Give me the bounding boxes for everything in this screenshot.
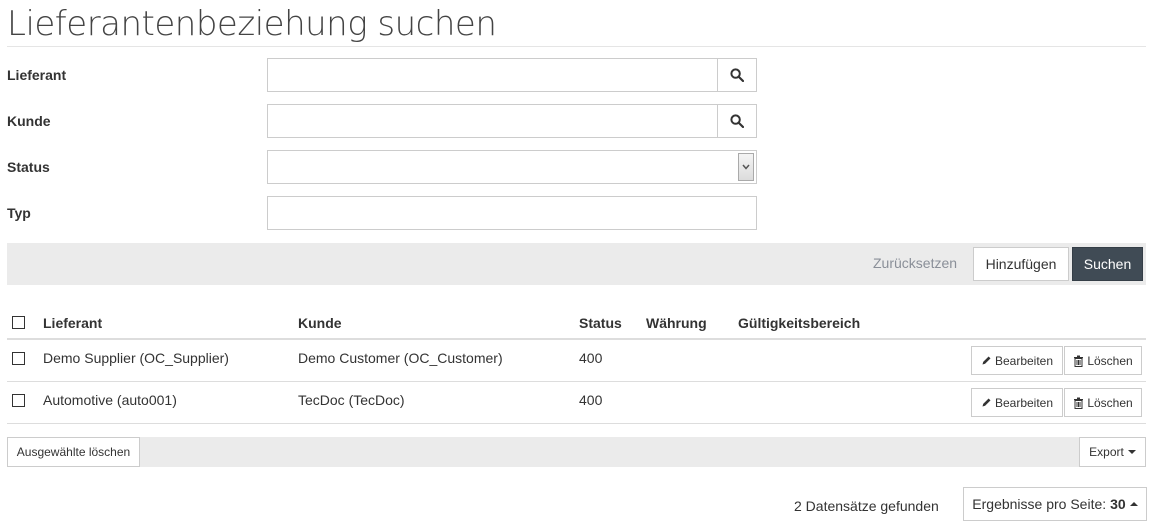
- supplier-cell: Automotive (auto001): [43, 392, 177, 408]
- pencil-icon: [982, 398, 991, 407]
- status-select[interactable]: [267, 150, 757, 184]
- page-size-label: Ergebnisse pro Seite:: [972, 496, 1107, 512]
- customer-cell: TecDoc (TecDoc): [298, 392, 405, 408]
- table-row: Automotive (auto001) TecDoc (TecDoc) 400…: [7, 382, 1146, 424]
- delete-label: Löschen: [1087, 395, 1133, 410]
- supplier-label: Lieferant: [7, 67, 67, 83]
- bulk-action-bar: Ausgewählte löschen Export: [7, 437, 1146, 467]
- results-table: Lieferant Kunde Status Währung Gültigkei…: [7, 306, 1146, 424]
- search-action-bar: Zurücksetzen Hinzufügen Suchen: [7, 243, 1146, 285]
- export-button[interactable]: Export: [1079, 437, 1146, 467]
- page-size-dropdown[interactable]: Ergebnisse pro Seite: 30: [963, 487, 1147, 521]
- column-header-currency[interactable]: Währung: [646, 306, 707, 340]
- type-label: Typ: [7, 205, 31, 221]
- caret-down-icon: [1127, 450, 1136, 454]
- add-button[interactable]: Hinzufügen: [973, 247, 1069, 281]
- column-header-status[interactable]: Status: [579, 306, 622, 340]
- title-divider: [7, 46, 1146, 47]
- export-label: Export: [1089, 445, 1124, 459]
- column-header-scope[interactable]: Gültigkeitsbereich: [738, 306, 860, 340]
- search-button[interactable]: Suchen: [1072, 247, 1143, 281]
- supplier-cell: Demo Supplier (OC_Supplier): [43, 350, 229, 366]
- reset-link[interactable]: Zurücksetzen: [873, 255, 957, 271]
- edit-button[interactable]: Bearbeiten: [971, 388, 1063, 417]
- delete-label: Löschen: [1087, 353, 1133, 368]
- edit-label: Bearbeiten: [994, 395, 1054, 410]
- row-checkbox[interactable]: [12, 394, 25, 407]
- trash-icon: [1074, 355, 1084, 367]
- caret-up-icon: [1129, 502, 1138, 506]
- customer-cell: Demo Customer (OC_Customer): [298, 350, 503, 366]
- customer-label: Kunde: [7, 113, 51, 129]
- table-header: Lieferant Kunde Status Währung Gültigkei…: [7, 306, 1146, 340]
- trash-icon: [1074, 397, 1084, 409]
- pencil-icon: [982, 356, 991, 365]
- status-cell: 400: [579, 392, 603, 408]
- column-header-customer[interactable]: Kunde: [298, 306, 342, 340]
- delete-button[interactable]: Löschen: [1064, 346, 1142, 375]
- search-icon: [730, 114, 744, 128]
- row-checkbox[interactable]: [12, 352, 25, 365]
- customer-search-button[interactable]: [717, 104, 757, 138]
- customer-input[interactable]: [267, 104, 717, 138]
- select-arrow[interactable]: [738, 153, 754, 181]
- chevron-down-icon: [742, 164, 750, 170]
- status-cell: 400: [579, 350, 603, 366]
- supplier-input[interactable]: [267, 58, 717, 92]
- column-header-supplier[interactable]: Lieferant: [43, 306, 102, 340]
- table-row: Demo Supplier (OC_Supplier) Demo Custome…: [7, 340, 1146, 382]
- search-icon: [730, 68, 744, 82]
- delete-button[interactable]: Löschen: [1064, 388, 1142, 417]
- page-size-value: 30: [1110, 496, 1126, 512]
- edit-button[interactable]: Bearbeiten: [971, 346, 1063, 375]
- type-input[interactable]: [267, 196, 757, 230]
- edit-label: Bearbeiten: [994, 353, 1054, 368]
- supplier-field-group: [267, 58, 757, 92]
- customer-field-group: [267, 104, 757, 138]
- select-all-checkbox[interactable]: [12, 316, 25, 329]
- supplier-search-button[interactable]: [717, 58, 757, 92]
- records-found-text: 2 Datensätze gefunden: [794, 498, 939, 514]
- delete-selected-button[interactable]: Ausgewählte löschen: [7, 437, 140, 467]
- page-title: Lieferantenbeziehung suchen: [7, 4, 497, 44]
- status-label: Status: [7, 159, 50, 175]
